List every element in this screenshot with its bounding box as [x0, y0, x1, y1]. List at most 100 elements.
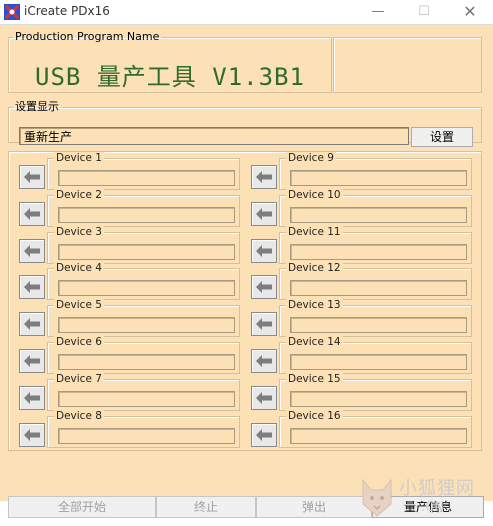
device-group: Device 7 [47, 372, 240, 411]
watermark-sub: .CN [421, 500, 444, 515]
production-title: USB 量产工具 V1.3B1 [35, 63, 305, 91]
device-status-field [290, 390, 467, 407]
arrow-left-icon [256, 391, 272, 404]
device-eject-button[interactable] [19, 275, 45, 300]
arrow-left-icon [256, 318, 272, 331]
device-slot: Device 4 [17, 262, 242, 302]
device-status-field [58, 427, 235, 444]
device-eject-button[interactable] [251, 275, 277, 300]
window-title: iCreate PDx16 [24, 4, 110, 18]
device-eject-button[interactable] [19, 422, 45, 447]
production-program-legend: Production Program Name [15, 30, 160, 43]
watermark-text: 小狐狸网 [399, 478, 475, 499]
setting-display-field: 重新生产 [19, 127, 409, 145]
arrow-left-icon [256, 428, 272, 441]
production-program-group: Production Program Name USB 量产工具 V1.3B1 [8, 31, 332, 93]
device-label: Device 13 [286, 299, 343, 312]
setting-display-legend: 设置显示 [15, 100, 59, 113]
device-eject-button[interactable] [19, 385, 45, 410]
device-status-field [58, 390, 235, 407]
device-slot: Device 6 [17, 336, 242, 376]
device-group: Device 4 [47, 262, 240, 301]
device-slot: Device 8 [17, 409, 242, 450]
device-group: Device 16 [279, 409, 472, 448]
devices-panel: Device 1 Device 2 Device 3 Device 4 Device 5… [8, 151, 482, 451]
device-eject-button[interactable] [19, 312, 45, 337]
device-group: Device 6 [47, 336, 240, 374]
device-slot: Device 11 [249, 225, 474, 266]
arrow-left-icon [256, 281, 272, 294]
device-eject-button[interactable] [251, 165, 277, 189]
minimize-button[interactable]: — [355, 0, 401, 24]
device-eject-button[interactable] [251, 312, 277, 337]
device-eject-button[interactable] [19, 201, 45, 226]
main-window: Production Program Name USB 量产工具 V1.3B1 … [0, 25, 493, 518]
device-label: Device 12 [286, 262, 343, 275]
device-label: Device 14 [286, 336, 343, 348]
device-eject-button[interactable] [251, 238, 277, 263]
info-box [333, 37, 482, 93]
device-eject-button[interactable] [19, 238, 45, 263]
device-slot: Device 1 [17, 152, 242, 192]
device-eject-button[interactable] [19, 349, 45, 373]
device-slot: Device 15 [249, 372, 474, 413]
arrow-left-icon [24, 355, 40, 367]
device-status-field [290, 280, 467, 297]
device-group: Device 2 [47, 188, 240, 227]
device-status-field [58, 243, 235, 260]
start-all-button[interactable]: 全部开始 [8, 496, 156, 518]
close-button[interactable]: ✕ [447, 0, 493, 24]
arrow-left-icon [256, 244, 272, 257]
device-group: Device 5 [47, 299, 240, 338]
device-group: Device 14 [279, 336, 472, 374]
device-group: Device 9 [279, 152, 472, 190]
settings-button[interactable]: 设置 [411, 127, 473, 147]
maximize-button[interactable]: ☐ [401, 0, 447, 24]
device-label: Device 1 [54, 152, 104, 164]
setting-display-group: 设置显示 重新生产 设置 [8, 100, 482, 147]
device-status-field [290, 427, 467, 444]
device-status-field [58, 170, 235, 186]
device-status-field [290, 243, 467, 260]
device-label: Device 3 [54, 225, 104, 238]
device-eject-button[interactable] [251, 201, 277, 226]
device-eject-button[interactable] [251, 422, 277, 447]
device-group: Device 13 [279, 299, 472, 338]
device-eject-button[interactable] [251, 385, 277, 410]
device-eject-button[interactable] [251, 349, 277, 373]
device-status-field [58, 280, 235, 297]
device-group: Device 1 [47, 152, 240, 190]
device-label: Device 8 [54, 409, 104, 422]
device-label: Device 9 [286, 152, 336, 164]
device-label: Device 6 [54, 336, 104, 348]
device-slot: Device 7 [17, 372, 242, 413]
device-label: Device 4 [54, 262, 104, 275]
device-slot: Device 2 [17, 188, 242, 229]
arrow-left-icon [256, 171, 272, 183]
device-label: Device 2 [54, 188, 104, 201]
device-slot: Device 5 [17, 299, 242, 339]
device-group: Device 11 [279, 225, 472, 264]
arrow-left-icon [256, 207, 272, 220]
device-status-field [58, 354, 235, 370]
device-label: Device 16 [286, 409, 343, 422]
device-slot: Device 10 [249, 188, 474, 229]
device-group: Device 15 [279, 372, 472, 411]
device-slot: Device 12 [249, 262, 474, 302]
watermark: 小狐狸网 .CN [355, 474, 490, 524]
device-slot: Device 14 [249, 336, 474, 376]
device-label: Device 5 [54, 299, 104, 312]
fox-logo-icon [362, 478, 392, 517]
device-status-field [290, 317, 467, 334]
arrow-left-icon [24, 281, 40, 294]
device-status-field [290, 354, 467, 370]
arrow-left-icon [24, 318, 40, 331]
stop-button[interactable]: 终止 [156, 496, 256, 518]
app-icon [4, 4, 20, 20]
device-eject-button[interactable] [19, 165, 45, 189]
title-bar: iCreate PDx16 — ☐ ✕ [0, 0, 493, 25]
device-status-field [290, 170, 467, 186]
arrow-left-icon [24, 244, 40, 257]
device-label: Device 10 [286, 188, 343, 201]
arrow-left-icon [256, 355, 272, 367]
